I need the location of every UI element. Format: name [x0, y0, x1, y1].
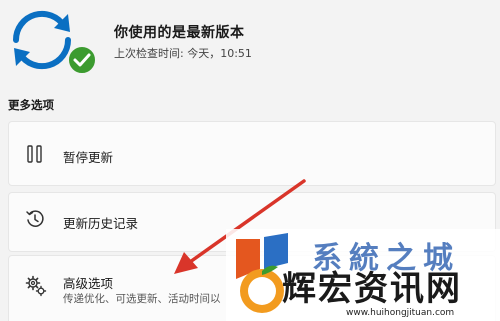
last-checked-text: 上次检查时间: 今天，10:51 [114, 47, 252, 60]
advanced-options-description: 传递优化、可选更新、活动时间以 [63, 293, 221, 305]
update-history-label: 更新历史记录 [63, 216, 139, 231]
pause-updates-option[interactable]: 暂停更新 [8, 121, 496, 186]
history-icon [26, 210, 44, 227]
watermark-line2: 辉宏资讯网 [282, 269, 462, 309]
update-status: 你使用的是最新版本 上次检查时间: 今天，10:51 [0, 0, 500, 92]
sync-check-icon [12, 10, 97, 74]
pause-updates-label: 暂停更新 [63, 150, 114, 165]
gears-icon [25, 275, 47, 297]
advanced-options-label: 高级选项 [63, 276, 114, 291]
watermark-url: www.huihongjituan.com [346, 308, 455, 318]
watermark: 系統之城 辉宏资讯网 www.huihongjituan.com [226, 229, 500, 321]
pause-icon [27, 145, 42, 163]
status-title: 你使用的是最新版本 [114, 25, 245, 41]
section-title: 更多选项 [8, 98, 54, 112]
